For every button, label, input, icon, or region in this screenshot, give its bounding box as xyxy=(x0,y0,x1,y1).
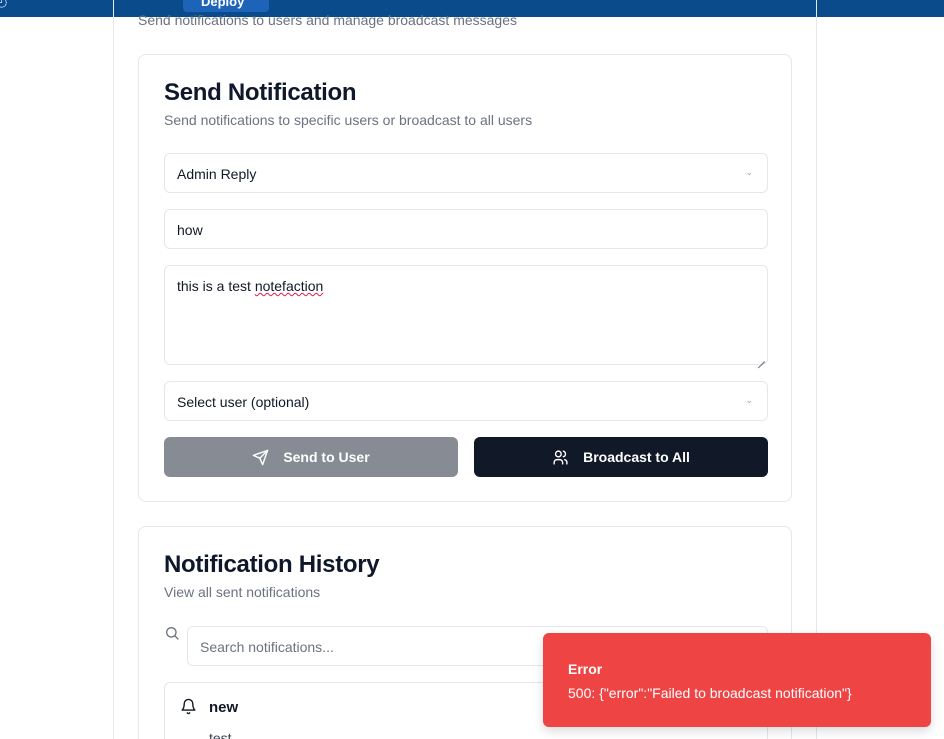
message-text: this is a test xyxy=(177,278,255,294)
message-value: this is a test notefaction xyxy=(177,278,323,294)
user-select[interactable]: Select user (optional) ⌄ xyxy=(164,381,768,421)
send-to-user-button[interactable]: Send to User xyxy=(164,437,458,477)
title-input[interactable]: how xyxy=(164,209,768,249)
page-subtitle: Send notifications to users and manage b… xyxy=(138,12,518,28)
send-to-user-label: Send to User xyxy=(283,449,370,465)
notification-type-value: Admin Reply xyxy=(177,166,257,182)
history-card-title: Notification History xyxy=(164,551,380,578)
notification-type-select[interactable]: Admin Reply ⌄ xyxy=(164,153,768,193)
search-placeholder: Search notifications... xyxy=(200,639,334,655)
misspelled-word: notefaction xyxy=(254,278,324,294)
send-icon xyxy=(253,449,269,465)
message-textarea[interactable]: this is a test notefaction xyxy=(164,265,768,365)
send-card-description: Send notifications to specific users or … xyxy=(164,112,533,128)
chevron-down-icon: ⌄ xyxy=(745,395,753,405)
broadcast-to-all-button[interactable]: Broadcast to All xyxy=(474,437,768,477)
error-toast[interactable]: Error 500: {"error":"Failed to broadcast… xyxy=(543,633,931,727)
history-card-description: View all sent notifications xyxy=(164,584,321,600)
chevron-down-icon: ⌄ xyxy=(745,167,753,177)
notification-title: new xyxy=(209,699,239,716)
clock-icon: ◴ xyxy=(0,0,8,9)
broadcast-label: Broadcast to All xyxy=(583,449,690,465)
title-input-value: how xyxy=(177,222,203,238)
search-icon xyxy=(166,627,179,640)
users-icon xyxy=(553,449,568,465)
bell-icon xyxy=(181,698,196,715)
send-notification-card: Send Notification Send notifications to … xyxy=(138,54,792,502)
notification-body: test xyxy=(209,730,232,739)
resize-handle[interactable] xyxy=(757,354,765,362)
toast-title: Error xyxy=(568,661,603,677)
send-card-title: Send Notification xyxy=(164,79,357,106)
toast-message: 500: {"error":"Failed to broadcast notif… xyxy=(568,685,852,701)
user-select-value: Select user (optional) xyxy=(177,394,310,410)
